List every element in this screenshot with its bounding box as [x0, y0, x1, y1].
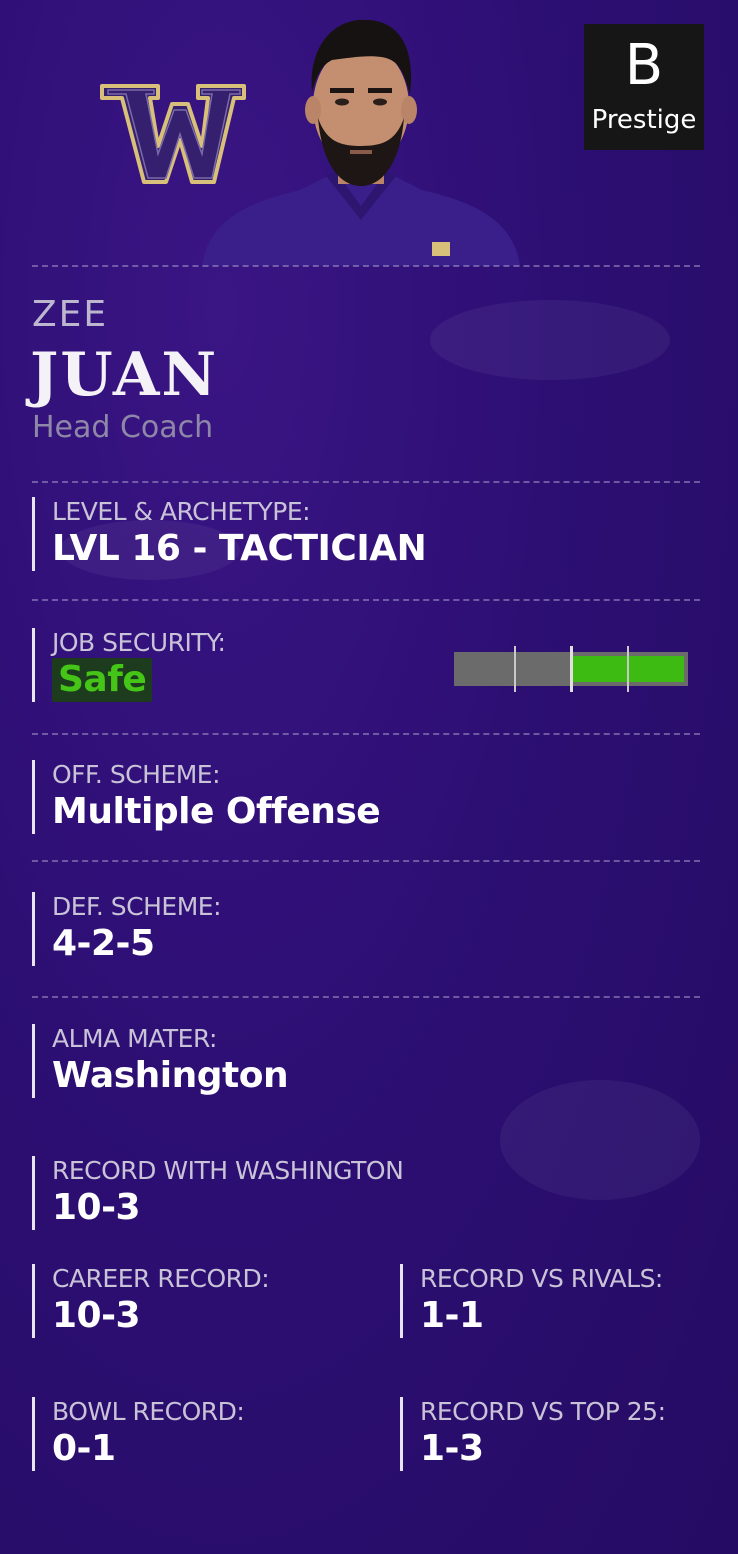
off-scheme-value: Multiple Offense	[52, 791, 381, 832]
coach-last-name: JUAN	[30, 340, 219, 410]
bowl-record-label: BOWL RECORD:	[52, 1397, 245, 1426]
prestige-label: Prestige	[591, 105, 697, 135]
prestige-badge: B Prestige	[584, 24, 704, 150]
divider	[32, 733, 700, 735]
texture-speck	[500, 1080, 700, 1200]
coach-first-name: ZEE	[32, 294, 109, 335]
coach-portrait	[202, 19, 520, 266]
polo-logo-icon	[432, 242, 450, 256]
off-scheme-label: OFF. SCHEME:	[52, 760, 221, 789]
job-security-meter-tick	[570, 646, 573, 692]
level-archetype-field: LEVEL & ARCHETYPE: LVL 16 - TACTICIAN	[32, 497, 427, 571]
bowl-record-field: BOWL RECORD: 0-1	[32, 1397, 245, 1471]
job-security-meter-tick	[513, 646, 516, 692]
bowl-record-value: 0-1	[52, 1428, 116, 1469]
alma-mater-label: ALMA MATER:	[52, 1024, 217, 1053]
job-security-meter	[454, 646, 688, 692]
job-security-status: Safe	[52, 658, 153, 702]
job-security-field: JOB SECURITY: Safe	[32, 628, 226, 702]
off-scheme-field: OFF. SCHEME: Multiple Offense	[32, 760, 381, 834]
top25-record-value: 1-3	[420, 1428, 484, 1469]
career-record-field: CAREER RECORD: 10-3	[32, 1264, 270, 1338]
def-scheme-value: 4-2-5	[52, 923, 155, 964]
level-archetype-label: LEVEL & ARCHETYPE:	[52, 497, 311, 526]
level-archetype-value: LVL 16 - TACTICIAN	[52, 528, 427, 569]
def-scheme-field: DEF. SCHEME: 4-2-5	[32, 892, 222, 966]
prestige-grade: B	[624, 33, 664, 98]
record-with-team-value: 10-3	[52, 1187, 141, 1228]
def-scheme-label: DEF. SCHEME:	[52, 892, 222, 921]
career-record-label: CAREER RECORD:	[52, 1264, 270, 1293]
job-security-meter-tick	[626, 646, 629, 692]
job-security-label: JOB SECURITY:	[52, 628, 226, 657]
coach-role: Head Coach	[32, 410, 214, 445]
divider	[32, 265, 700, 267]
divider	[32, 599, 700, 601]
coach-card: B Prestige ZEE JUAN Head Coach LEVEL & A…	[0, 0, 738, 1554]
top25-record-label: RECORD VS TOP 25:	[420, 1397, 666, 1426]
rivals-record-value: 1-1	[420, 1295, 484, 1336]
alma-mater-value: Washington	[52, 1055, 289, 1096]
record-with-team-field: RECORD WITH WASHINGTON 10-3	[32, 1156, 404, 1230]
record-with-team-label: RECORD WITH WASHINGTON	[52, 1156, 404, 1185]
career-record-value: 10-3	[52, 1295, 141, 1336]
texture-speck	[430, 300, 670, 380]
rivals-record-field: RECORD VS RIVALS: 1-1	[400, 1264, 663, 1338]
alma-mater-field: ALMA MATER: Washington	[32, 1024, 289, 1098]
divider	[32, 996, 700, 998]
divider	[32, 860, 700, 862]
top25-record-field: RECORD VS TOP 25: 1-3	[400, 1397, 666, 1471]
rivals-record-label: RECORD VS RIVALS:	[420, 1264, 663, 1293]
divider	[32, 481, 700, 483]
